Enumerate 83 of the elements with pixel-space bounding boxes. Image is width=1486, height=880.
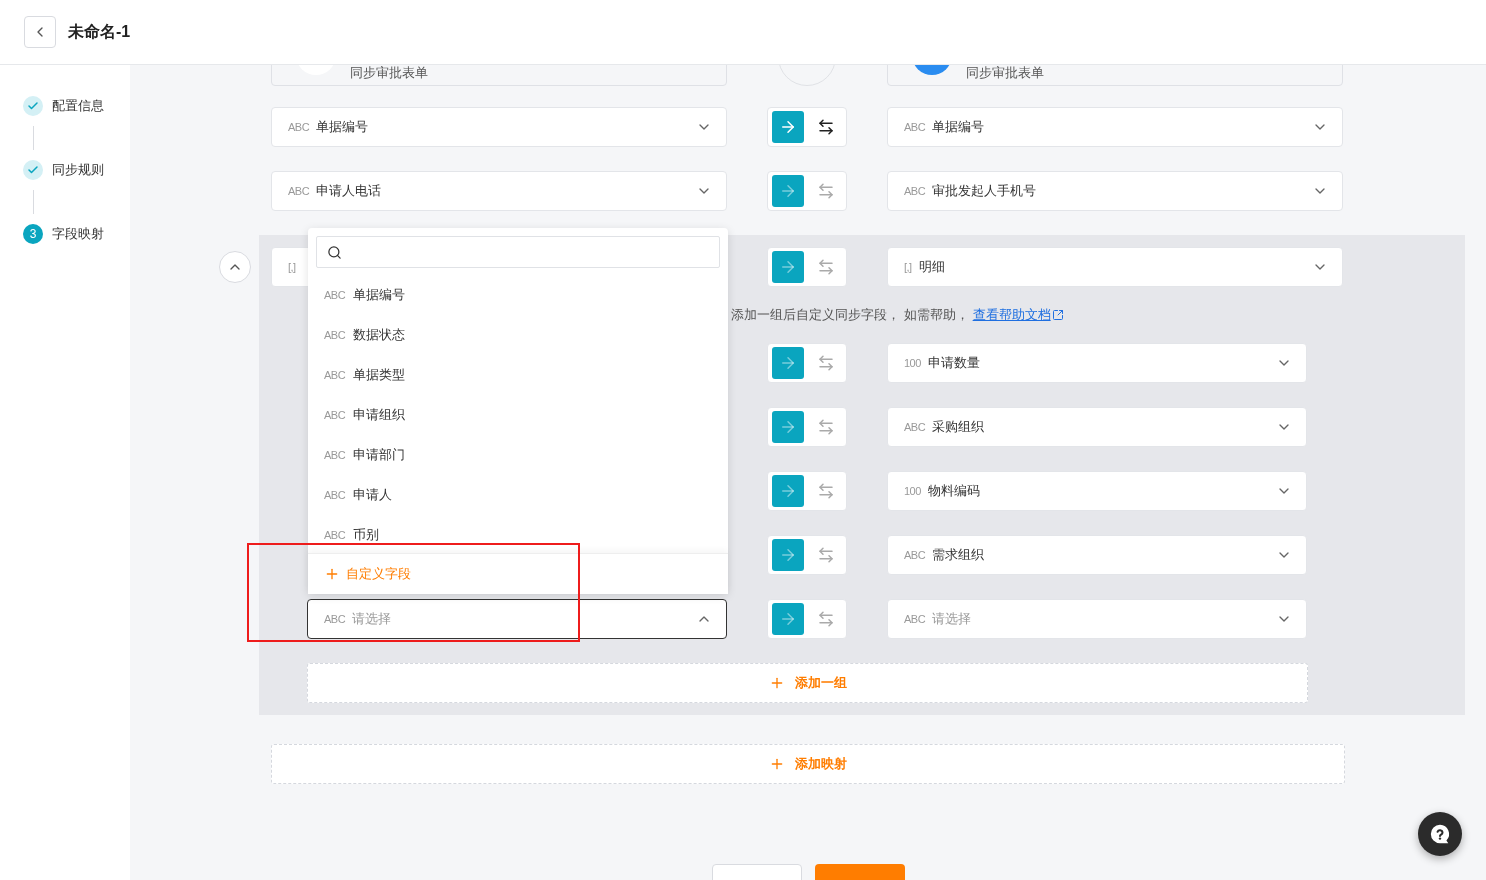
app-title: 同步审批表单 [350,65,428,81]
field-type-label: ABC [904,185,926,197]
check-icon [27,164,39,176]
field-value: 采购组织 [932,418,986,436]
select-field[interactable]: ABC 需求组织 [887,535,1307,575]
one-way-arrow-button[interactable] [772,347,804,379]
two-way-arrow-icon [817,482,835,500]
one-way-arrow-button[interactable] [772,251,804,283]
one-way-arrow-button[interactable] [772,111,804,143]
step-label[interactable]: 配置信息 [52,97,104,115]
dropdown-option[interactable]: ABC 申请部门 [308,435,728,475]
plus-icon [769,756,785,772]
field-placeholder: 请选择 [932,610,973,628]
field-type-label: ABC [288,185,310,197]
arrow-right-icon [779,118,797,136]
search-icon [327,244,342,260]
field-value: 单据编号 [932,118,986,136]
arrow-right-icon [779,258,797,276]
app-title: 同步审批表单 [966,65,1044,81]
dropdown-option[interactable]: ABC 币别 [308,515,728,553]
help-button[interactable] [1418,812,1462,856]
dropdown-option[interactable]: ABC 数据状态 [308,315,728,355]
select-field[interactable]: 100 申请数量 [887,343,1307,383]
one-way-arrow-button[interactable] [772,539,804,571]
field-value: 需求组织 [932,546,986,564]
plus-icon [324,566,340,582]
one-way-arrow-button[interactable] [772,475,804,507]
hint-text: 添加一组后自定义同步字段， 如需帮助， [731,306,969,324]
two-way-arrow-icon [817,418,835,436]
field-type-label: ABC [324,613,346,625]
field-type-label: [,] [288,261,296,273]
field-value: 审批发起人手机号 [932,182,1038,200]
dropdown-option[interactable]: ABC 单据类型 [308,355,728,395]
select-field[interactable]: ABC 单据编号 [887,107,1343,147]
field-value: 申请数量 [927,354,981,372]
help-link[interactable]: 查看帮助文档 [972,306,1064,324]
field-value: 申请人电话 [316,182,383,200]
back-button[interactable] [24,16,56,48]
select-field[interactable]: [,] 明细 [887,247,1343,287]
one-way-arrow-button[interactable] [772,603,804,635]
field-value: 明细 [918,258,946,276]
select-field[interactable]: ABC 采购组织 [887,407,1307,447]
two-way-arrow-icon [817,118,835,136]
field-value: 物料编码 [927,482,981,500]
two-way-arrow-icon [817,610,835,628]
field-type-label: 100 [904,357,921,369]
collapse-button[interactable] [219,251,251,283]
field-type-label: [,] [904,261,912,273]
dropdown-option[interactable]: ABC 申请人 [308,475,728,515]
check-icon [27,100,39,112]
field-type-label: 100 [904,485,921,497]
field-type-label: ABC [288,121,310,133]
step-label[interactable]: 同步规则 [52,161,104,179]
field-value: 单据编号 [316,118,370,136]
search-field[interactable] [316,236,720,268]
two-way-arrow-icon [817,258,835,276]
arrow-right-icon [779,610,797,628]
dropdown-option[interactable]: ABC 申请组织 [308,395,728,435]
arrow-right-icon [779,182,797,200]
two-way-arrow-icon [817,182,835,200]
arrow-right-icon [779,418,797,436]
two-way-arrow-icon [817,546,835,564]
select-field[interactable]: ABC 审批发起人手机号 [887,171,1343,211]
dropdown-option[interactable]: ABC 单据编号 [308,275,728,315]
question-bubble-icon [1429,823,1451,845]
arrow-right-icon [779,546,797,564]
field-placeholder: 请选择 [352,610,393,628]
one-way-arrow-button[interactable] [772,175,804,207]
external-link-icon [1051,309,1064,321]
step-label[interactable]: 字段映射 [52,225,104,243]
select-field[interactable]: 100 物料编码 [887,471,1307,511]
field-type-label: ABC [904,549,926,561]
two-way-arrow-icon [817,354,835,372]
field-type-label: ABC [904,613,926,625]
field-type-label: ABC [904,121,926,133]
arrow-right-icon [779,354,797,372]
arrow-right-icon [779,482,797,500]
page-title: 未命名-1 [68,21,131,42]
one-way-arrow-button[interactable] [772,411,804,443]
select-field[interactable]: ABC 单据编号 [271,107,727,147]
select-field[interactable]: ABC 申请人电话 [271,171,727,211]
step-number: 3 [23,224,43,244]
field-type-label: ABC [904,421,926,433]
